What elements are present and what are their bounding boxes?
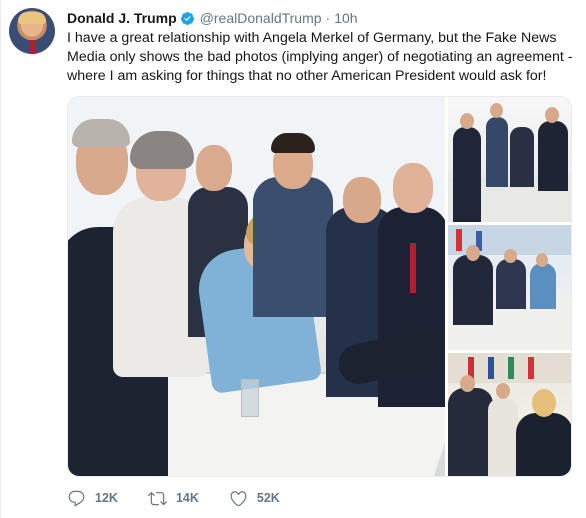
- photo-person: [530, 263, 556, 309]
- photo-person-head: [196, 145, 232, 191]
- photo-person-head: [504, 249, 517, 263]
- photo-person: [453, 255, 493, 325]
- photo-person-head: [490, 103, 503, 118]
- photo-side-2[interactable]: [448, 225, 571, 350]
- photo-person: [516, 413, 571, 476]
- avatar-tie: [30, 40, 35, 54]
- photo-main[interactable]: [68, 97, 445, 476]
- like-button[interactable]: 52K: [229, 489, 280, 508]
- retweet-icon: [147, 491, 167, 505]
- author-handle[interactable]: @realDonaldTrump: [200, 10, 322, 26]
- photo-person-head: [545, 107, 559, 123]
- photo-person-hair: [271, 133, 315, 153]
- photo-glass: [241, 379, 259, 417]
- reply-count: 12K: [95, 491, 118, 505]
- reply-button[interactable]: 12K: [67, 489, 118, 508]
- photo-person: [538, 121, 568, 191]
- like-count: 52K: [256, 491, 280, 505]
- photo-person-hair: [72, 119, 130, 147]
- photo-person-head: [460, 375, 475, 392]
- photo-person: [448, 388, 493, 476]
- author-name[interactable]: Donald J. Trump: [67, 10, 177, 26]
- photo-flag: [528, 357, 534, 379]
- photo-person-head: [343, 177, 381, 223]
- photo-person: [253, 177, 333, 317]
- photo-person-head: [460, 113, 474, 129]
- avatar[interactable]: [9, 8, 55, 54]
- photo-person: [488, 398, 518, 476]
- photo-flag: [456, 229, 462, 251]
- retweet-button[interactable]: 14K: [147, 489, 199, 508]
- photo-side-3[interactable]: [448, 353, 571, 476]
- photo-tie: [410, 243, 416, 293]
- tweet-media-grid: [67, 96, 572, 477]
- photo-person: [486, 117, 508, 187]
- tweet[interactable]: Donald J. Trump @realDonaldTrump · 10h I…: [0, 0, 586, 518]
- tweet-text: I have a great relationship with Angela …: [67, 30, 577, 84]
- verified-badge-icon: [180, 11, 194, 25]
- photo-person-head: [536, 253, 548, 267]
- photo-person: [510, 127, 534, 187]
- heart-icon: [230, 490, 247, 506]
- reply-icon: [68, 490, 85, 506]
- photo-person: [453, 127, 481, 222]
- separator-dot: ·: [325, 10, 331, 26]
- tweet-actions: 12K 14K 52K: [67, 488, 310, 508]
- photo-person-head: [393, 163, 433, 213]
- photo-person-hair: [130, 131, 194, 169]
- photo-person-head: [532, 389, 556, 417]
- photo-person-head: [466, 245, 480, 261]
- photo-flag: [488, 357, 494, 379]
- tweet-timestamp[interactable]: 10h: [334, 10, 357, 26]
- tweet-header: Donald J. Trump @realDonaldTrump · 10h: [67, 9, 358, 27]
- avatar-hair: [18, 12, 46, 24]
- photo-person: [496, 259, 526, 309]
- photo-flag: [508, 357, 514, 379]
- photo-side-1[interactable]: [448, 97, 571, 222]
- photo-person-head: [496, 383, 510, 399]
- retweet-count: 14K: [175, 491, 199, 505]
